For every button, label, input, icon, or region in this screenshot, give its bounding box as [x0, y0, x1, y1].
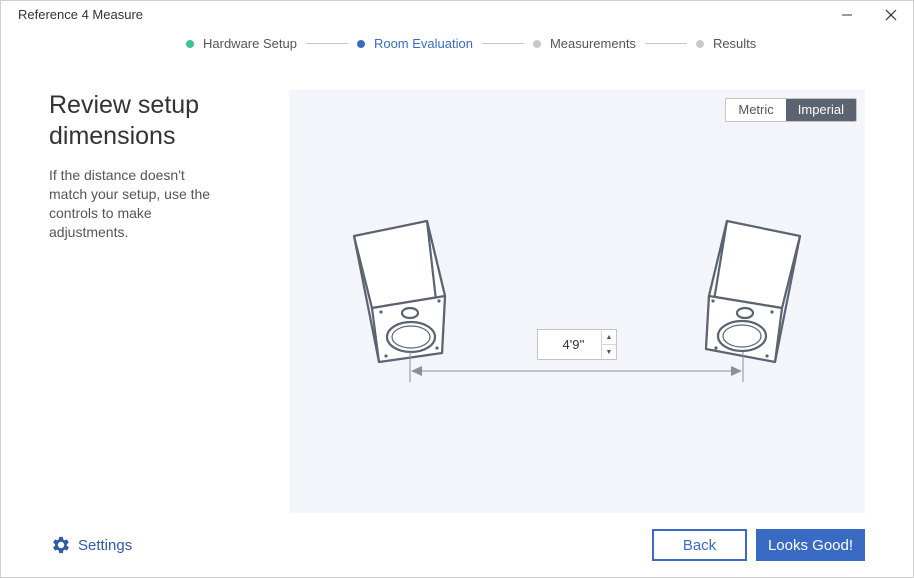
unit-toggle: Metric Imperial [725, 98, 857, 122]
step-measurements: Measurements [532, 36, 636, 51]
left-speaker-icon [352, 219, 447, 364]
page-description: If the distance doesn't match your setup… [49, 167, 211, 240]
step-connector [305, 43, 348, 44]
step-dot-pending [532, 39, 541, 48]
step-hardware-setup: Hardware Setup [186, 36, 297, 51]
page-title: Review setup dimensions [49, 91, 200, 150]
distance-value[interactable]: 4'9'' [538, 330, 601, 359]
increment-button[interactable]: ▲ [602, 330, 616, 344]
metric-button[interactable]: Metric [726, 99, 786, 121]
window-title: Reference 4 Measure [18, 7, 144, 22]
back-button[interactable]: Back [652, 529, 747, 561]
step-label: Measurements [549, 36, 636, 51]
settings-link[interactable]: Settings [50, 534, 132, 556]
step-dot-current [356, 39, 365, 48]
step-dot-pending [695, 39, 704, 48]
gear-icon [53, 536, 69, 554]
settings-label: Settings [78, 536, 133, 554]
step-label-current: Room Evaluation [373, 36, 473, 51]
decrement-button[interactable]: ▼ [602, 344, 616, 359]
step-dot-done [186, 39, 194, 48]
distance-stepper[interactable]: 4'9'' ▲ ▼ [537, 329, 617, 360]
caret-up-icon: ▲ [605, 333, 613, 341]
minimize-button[interactable] [830, 2, 864, 28]
right-speaker-icon [704, 219, 802, 364]
caret-down-icon: ▼ [605, 348, 613, 356]
step-connector [644, 43, 687, 44]
step-connector [481, 43, 524, 44]
step-results: Results [695, 36, 757, 51]
close-icon [885, 9, 897, 21]
minimize-icon [842, 14, 852, 16]
speaker-diagram-panel: Metric Imperial 4'9'' ▲ ▼ [289, 90, 865, 513]
step-room-evaluation: Room Evaluation [356, 36, 473, 51]
step-label: Hardware Setup [203, 36, 297, 51]
close-button[interactable] [874, 2, 908, 28]
progress-stepper: Hardware Setup Room Evaluation Measureme… [186, 36, 756, 51]
distance-spin-buttons: ▲ ▼ [601, 330, 616, 359]
looks-good-button[interactable]: Looks Good! [756, 529, 865, 561]
step-label: Results [712, 36, 757, 51]
speaker-layout-diagram [352, 219, 802, 382]
imperial-button[interactable]: Imperial [785, 99, 856, 121]
